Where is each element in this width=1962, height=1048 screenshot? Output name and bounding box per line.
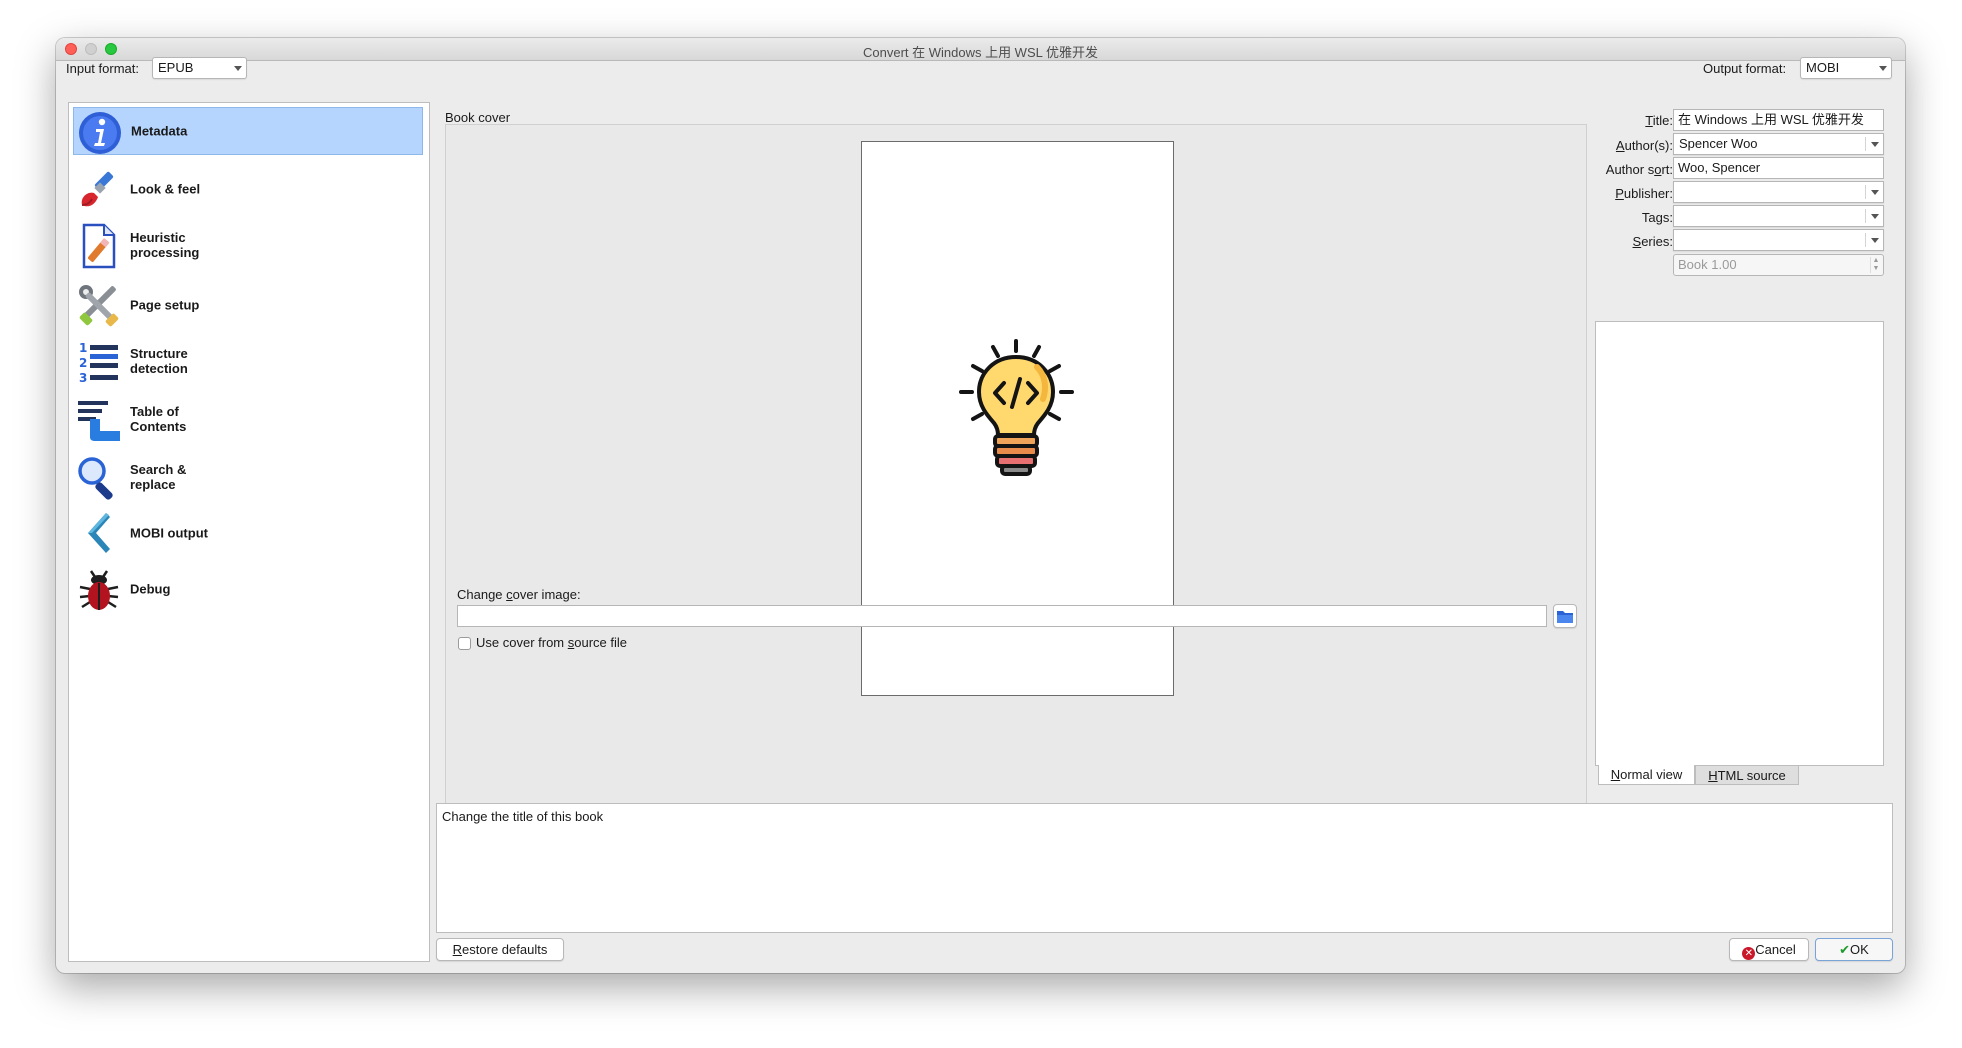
sidebar-item-heuristic[interactable]: Heuristic processing [73,221,423,269]
chevron-down-icon [234,66,242,71]
svg-text:2: 2 [79,356,87,370]
tab-normal-view[interactable]: Normal view [1598,765,1695,785]
sidebar-item-label: Debug [130,581,171,597]
sidebar-item-label: Search & replace [130,462,187,492]
title-input[interactable]: 在 Windows 上用 WSL 优雅开发 [1673,109,1884,131]
title-label: Title: [1645,113,1673,128]
book-cover-label: Book cover [445,110,511,125]
authors-value: Spencer Woo [1679,136,1758,151]
series-index-spinbox[interactable]: Book 1.00 ▲ ▼ [1673,254,1884,276]
bug-icon [79,570,119,610]
checkmark-icon: ✔ [1839,942,1851,957]
stepper-arrows-icon[interactable]: ▲ ▼ [1870,257,1881,273]
output-format-label: Output format: [1703,61,1787,76]
change-cover-label: Change cover image: [457,587,581,602]
sidebar-item-search-replace[interactable]: Search & replace [73,453,423,501]
paintbrush-icon [81,171,114,207]
title-bar: Convert 在 Windows 上用 WSL 优雅开发 [56,38,1905,61]
tags-label: Tags: [1641,210,1673,225]
chevron-down-icon [1879,66,1887,71]
sidebar-item-label: Page setup [130,297,200,313]
help-text: Change the title of this book [442,809,604,824]
author-sort-label: Author sort: [1605,162,1673,177]
help-text-box: Change the title of this book [436,803,1893,933]
info-icon [79,112,121,154]
publisher-select[interactable] [1673,181,1884,203]
svg-text:1: 1 [79,341,87,355]
tab-html-source[interactable]: HTML source [1695,765,1799,785]
input-format-select[interactable]: EPUB [152,57,247,79]
series-select[interactable] [1673,229,1884,251]
magnifier-icon [78,457,113,500]
sidebar-item-mobi-output[interactable]: MOBI output [73,509,423,557]
options-sidebar: Metadata Look & feel Heuristic processin… [68,102,430,962]
chevron-left-icon [88,513,110,553]
heuristic-document-icon [82,223,116,269]
tools-icon [79,285,119,327]
ok-button[interactable]: ✔OK [1815,938,1893,961]
sidebar-item-label: Heuristic processing [130,230,200,260]
lightbulb-code-icon [959,339,1074,476]
browse-cover-button[interactable] [1553,604,1577,628]
svg-text:3: 3 [79,371,87,385]
cancel-label: Cancel [1755,942,1796,957]
chevron-down-icon [1871,238,1879,243]
tags-select[interactable] [1673,205,1884,227]
sidebar-item-label: Look & feel [130,181,201,197]
chevron-down-icon [1871,190,1879,195]
use-source-cover-checkbox[interactable] [458,637,471,650]
numbered-list-icon: 1 2 3 [79,341,118,385]
series-index-value: Book 1.00 [1678,257,1737,272]
sidebar-item-label: MOBI output [130,525,208,541]
sidebar-item-page-setup[interactable]: Page setup [73,281,423,329]
cover-path-input[interactable] [457,605,1547,627]
output-format-value: MOBI [1806,60,1840,75]
input-format-value: EPUB [158,60,194,75]
folder-icon [1557,611,1573,623]
sidebar-item-label: Table of Contents [130,404,187,434]
sidebar-item-look-feel[interactable]: Look & feel [73,165,423,213]
authors-select[interactable]: Spencer Woo [1673,133,1884,155]
output-format-select[interactable]: MOBI [1800,57,1892,79]
sidebar-item-label: Structure detection [130,346,188,376]
cancel-icon: ✕ [1742,947,1756,960]
window-title: Convert 在 Windows 上用 WSL 优雅开发 [862,45,1098,60]
series-label: Series: [1632,234,1673,249]
authors-label: Author(s): [1615,138,1673,153]
comments-editor[interactable] [1595,321,1884,766]
sidebar-item-metadata[interactable]: Metadata [73,107,423,155]
publisher-label: Publisher: [1615,186,1673,201]
cancel-button[interactable]: ✕ Cancel [1729,938,1809,961]
chevron-down-icon [1871,214,1879,219]
author-sort-input[interactable]: Woo, Spencer [1673,157,1884,179]
sidebar-item-toc[interactable]: Table of Contents [73,395,423,443]
sidebar-item-label: Metadata [131,123,188,139]
toc-icon [78,401,120,441]
use-source-cover-label: Use cover from source file [476,635,627,650]
input-format-label: Input format: [66,61,139,76]
sidebar-item-structure[interactable]: 1 2 3 Structure detection [73,337,423,385]
ok-label: OK [1850,942,1869,957]
sidebar-item-debug[interactable]: Debug [73,565,423,613]
chevron-down-icon [1871,142,1879,147]
convert-window: Convert 在 Windows 上用 WSL 优雅开发 Input form… [56,38,1905,973]
restore-defaults-button[interactable]: Restore defaults [436,938,564,961]
